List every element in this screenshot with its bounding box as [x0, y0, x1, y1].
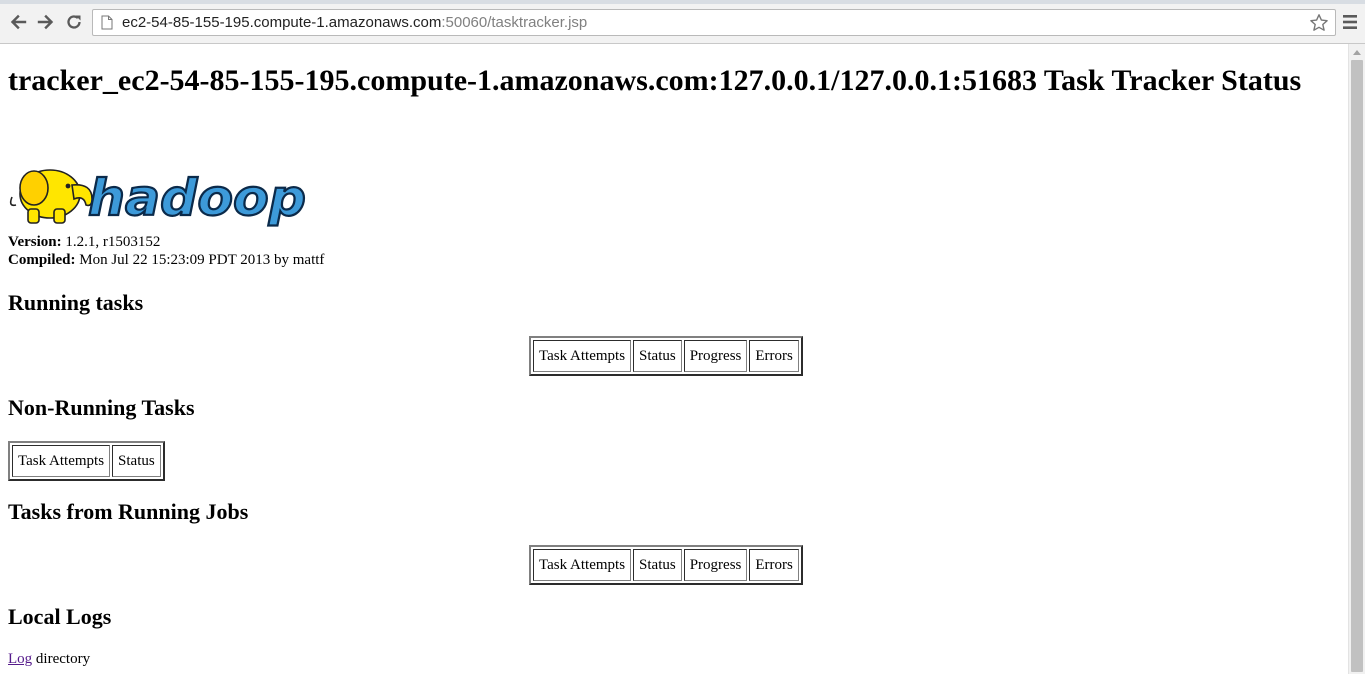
tasks-from-running-jobs-heading: Tasks from Running Jobs [8, 499, 249, 524]
log-directory-link[interactable]: Log [8, 651, 32, 667]
non-running-tasks-heading: Non-Running Tasks [8, 395, 195, 420]
local-logs-line: Log directory [8, 650, 90, 668]
compiled-value: Mon Jul 22 15:23:09 PDT 2013 by mattf [79, 252, 325, 268]
compiled-label: Compiled: [8, 252, 76, 268]
browser-toolbar: ec2-54-85-155-195.compute-1.amazonaws.co… [0, 0, 1365, 44]
page-title: tracker_ec2-54-85-155-195.compute-1.amaz… [8, 64, 1302, 97]
table-header-row: Task Attempts Status Progress Errors [533, 340, 799, 372]
url-text[interactable]: ec2-54-85-155-195.compute-1.amazonaws.co… [122, 14, 587, 31]
scroll-up-button[interactable] [1349, 44, 1365, 60]
version-label: Version: [8, 234, 62, 250]
bookmark-star-button[interactable] [1309, 13, 1329, 33]
page-icon [101, 15, 115, 31]
reload-button[interactable] [62, 10, 86, 34]
column-header: Status [633, 549, 682, 581]
forward-button[interactable] [34, 10, 58, 34]
column-header: Progress [683, 549, 748, 581]
table-header-row: Task Attempts Status [12, 445, 161, 477]
column-header: Errors [749, 549, 799, 581]
star-icon [1310, 14, 1328, 31]
table-header-row: Task Attempts Status Progress Errors [533, 549, 799, 581]
running-tasks-table: Task Attempts Status Progress Errors [529, 336, 803, 376]
log-directory-suffix: directory [35, 651, 91, 667]
tab-strip [0, 0, 1365, 4]
forward-arrow-icon [37, 14, 54, 30]
column-header: Task Attempts [533, 340, 632, 372]
url-path: :50060/tasktracker.jsp [441, 14, 588, 31]
column-header: Task Attempts [533, 549, 632, 581]
url-host: ec2-54-85-155-195.compute-1.amazonaws.co… [122, 14, 442, 31]
column-header: Progress [683, 340, 748, 372]
reload-icon [67, 15, 81, 29]
non-running-tasks-table: Task Attempts Status [8, 441, 165, 481]
version-line: Version: 1.2.1, r1503152 [8, 233, 160, 251]
compiled-line: Compiled: Mon Jul 22 15:23:09 PDT 2013 b… [8, 251, 324, 269]
column-header: Status [112, 445, 161, 477]
vertical-scrollbar[interactable] [1348, 44, 1365, 674]
version-value: 1.2.1, r1503152 [65, 234, 161, 250]
browser-menu-button[interactable] [1340, 12, 1360, 32]
column-header: Task Attempts [12, 445, 111, 477]
scroll-thumb[interactable] [1351, 60, 1363, 672]
running-tasks-heading: Running tasks [8, 290, 144, 315]
address-bar[interactable]: ec2-54-85-155-195.compute-1.amazonaws.co… [92, 9, 1336, 36]
back-arrow-icon [10, 14, 27, 30]
column-header: Status [633, 340, 682, 372]
local-logs-heading: Local Logs [8, 604, 112, 629]
tasks-from-running-jobs-table: Task Attempts Status Progress Errors [529, 545, 803, 585]
svg-text:hadoop: hadoop [88, 169, 306, 227]
menu-icon [1343, 15, 1357, 29]
back-button[interactable] [6, 10, 30, 34]
column-header: Errors [749, 340, 799, 372]
hadoop-elephant-logo-icon: hadoop [9, 168, 307, 228]
scroll-up-arrow-icon [1353, 50, 1361, 55]
hadoop-logo: hadoop [8, 155, 308, 228]
